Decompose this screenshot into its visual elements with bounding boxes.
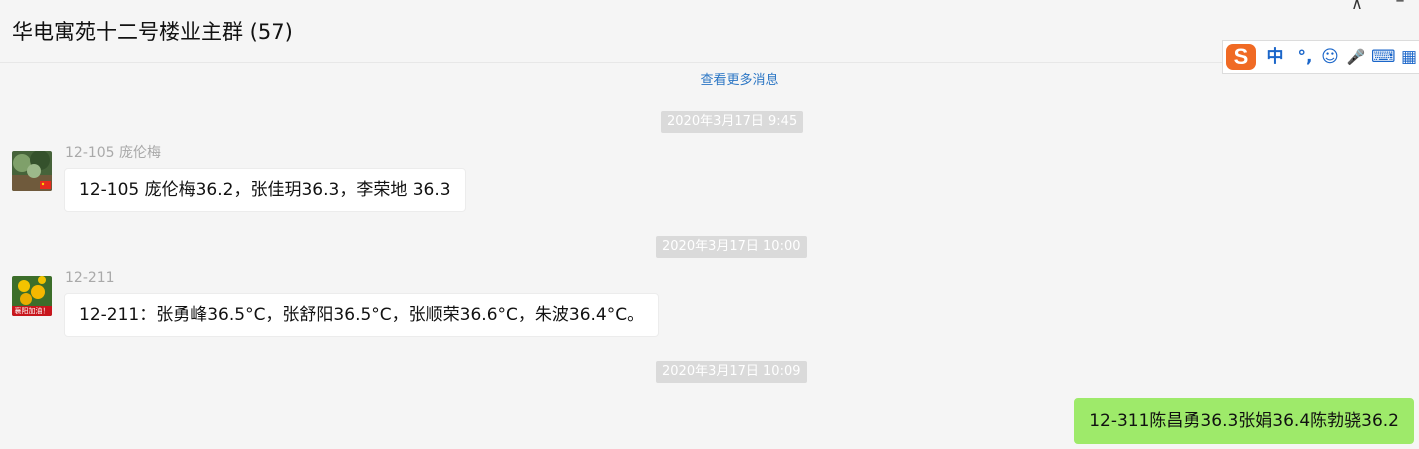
chat-header: 华电寓苑十二号楼业主群 (57) ⊼ –: [0, 0, 1419, 63]
minimize-icon[interactable]: –: [1392, 0, 1408, 11]
avatar[interactable]: 襄阳加油！: [12, 276, 52, 316]
message-bubble[interactable]: 12-211：张勇峰36.5°C，张舒阳36.5°C，张顺荣36.6°C，朱波3…: [64, 293, 660, 337]
sender-name: 12-105 庞伦梅: [65, 145, 162, 161]
ime-microphone-icon[interactable]: 🎤: [1344, 45, 1368, 69]
ime-toolbox-icon[interactable]: ▦: [1399, 45, 1419, 69]
avatar-caption: 襄阳加油！: [14, 307, 50, 315]
ime-emoji-icon[interactable]: ☺: [1318, 45, 1342, 69]
timestamp: 2020年3月17日 9:45: [661, 111, 804, 133]
avatar[interactable]: [12, 151, 52, 191]
chat-title: 华电寓苑十二号楼业主群 (57): [12, 20, 293, 44]
own-message-bubble[interactable]: 12-311陈昌勇36.3张娟36.4陈勃骁36.2: [1074, 398, 1414, 444]
timestamp: 2020年3月17日 10:00: [656, 236, 807, 258]
ime-keyboard-icon[interactable]: ⌨: [1371, 45, 1396, 69]
avatar-image: [12, 151, 52, 191]
pin-icon[interactable]: ⊼: [1349, 0, 1365, 13]
timestamp: 2020年3月17日 10:09: [656, 361, 807, 383]
view-more-messages-link[interactable]: 查看更多消息: [0, 72, 1419, 90]
sender-name: 12-211: [65, 270, 115, 286]
ime-mode-chinese[interactable]: 中: [1263, 45, 1287, 69]
message-bubble[interactable]: 12-105 庞伦梅36.2，张佳玥36.3，李荣地 36.3: [64, 168, 466, 212]
ime-punctuation-icon[interactable]: °,: [1293, 45, 1317, 69]
sogou-logo-icon[interactable]: S: [1226, 44, 1256, 70]
ime-toolbar: S 中 °, ☺ 🎤 ⌨ ▦: [1222, 40, 1419, 74]
